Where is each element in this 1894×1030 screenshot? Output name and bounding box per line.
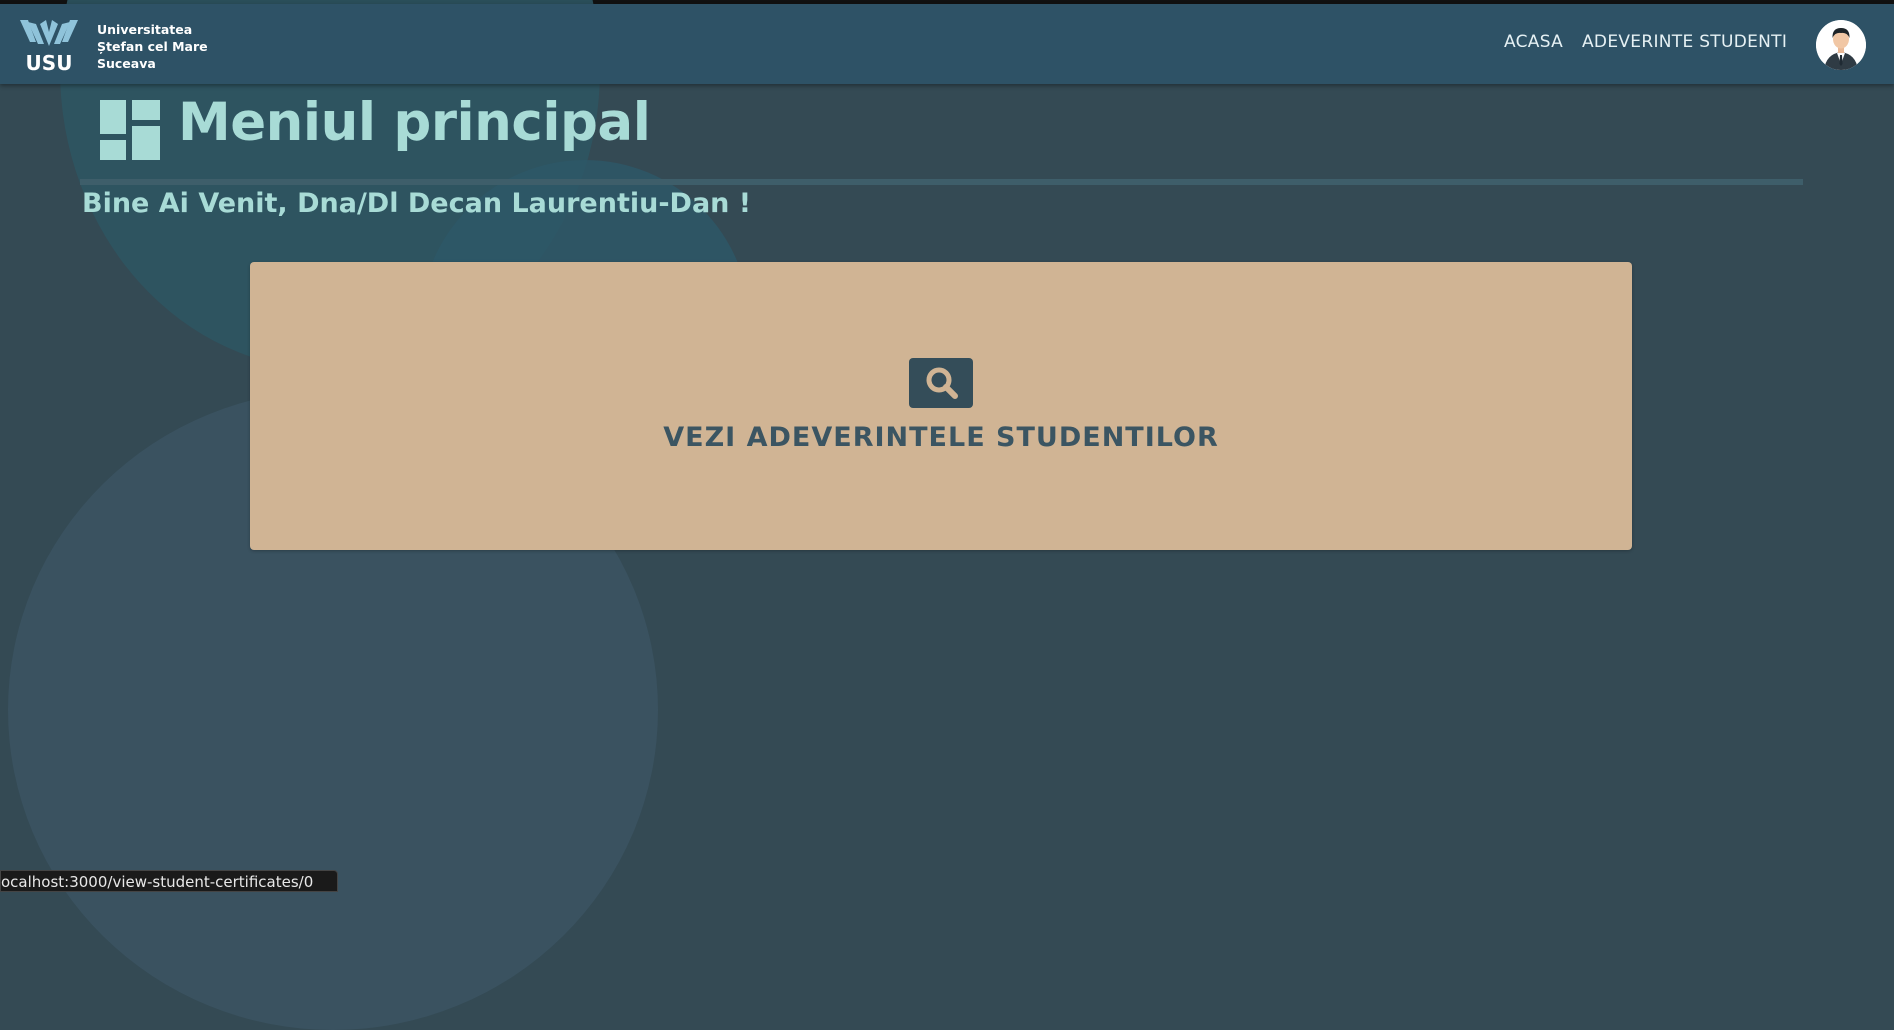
top-navbar: USU Universitatea Ștefan cel Mare Suceav… xyxy=(0,4,1894,84)
university-name: Universitatea Ștefan cel Mare Suceava xyxy=(97,21,208,72)
user-avatar-icon[interactable] xyxy=(1816,20,1866,70)
dashboard-icon xyxy=(100,100,160,160)
university-name-line: Suceava xyxy=(97,56,156,71)
page-title: Meniul principal xyxy=(178,92,651,153)
title-divider xyxy=(80,179,1803,185)
logo-text: USU xyxy=(26,51,73,74)
search-icon xyxy=(909,358,973,408)
welcome-message: Bine Ai Venit, Dna/Dl Decan Laurentiu-Da… xyxy=(82,188,752,219)
nav-link-adeverinte-studenti[interactable]: ADEVERINTE STUDENTI xyxy=(1582,32,1787,52)
view-student-certificates-label: VEZI ADEVERINTELE STUDENTILOR xyxy=(663,422,1219,453)
view-student-certificates-card[interactable]: VEZI ADEVERINTELE STUDENTILOR xyxy=(250,262,1632,550)
university-logo-icon[interactable]: USU xyxy=(18,18,80,75)
university-name-line: Ștefan cel Mare xyxy=(97,39,208,54)
university-name-line: Universitatea xyxy=(97,22,193,37)
nav-link-acasa[interactable]: ACASA xyxy=(1504,32,1563,52)
